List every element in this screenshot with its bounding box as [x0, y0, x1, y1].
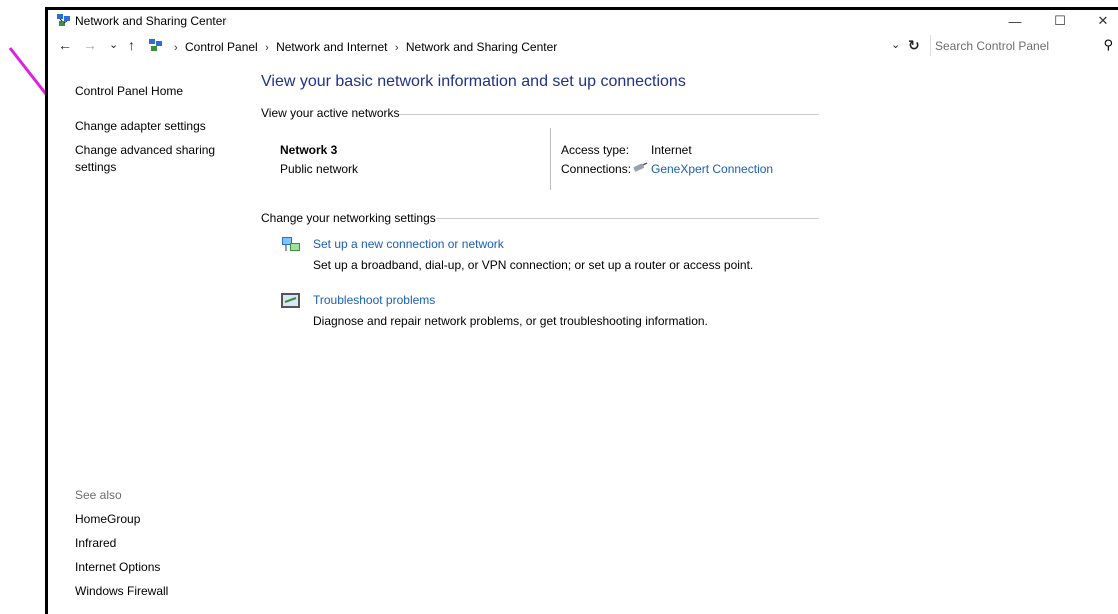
close-button[interactable]: ✕	[1083, 10, 1118, 32]
breadcrumb-network-and-internet[interactable]: Network and Internet	[276, 40, 387, 54]
access-type-value: Internet	[651, 143, 692, 157]
breadcrumb-control-panel[interactable]: Control Panel	[185, 40, 258, 54]
change-advanced-sharing-settings-link[interactable]: Change advanced sharing settings	[75, 142, 225, 176]
chevron-right-icon: ›	[174, 42, 178, 54]
refresh-button[interactable]: ↻	[908, 37, 920, 54]
active-networks-label: View your active networks	[261, 106, 400, 120]
network-name: Network 3	[280, 143, 338, 157]
recent-locations-button[interactable]: ⌄	[109, 38, 118, 51]
access-type-label: Access type:	[561, 143, 630, 157]
troubleshoot-problems-desc: Diagnose and repair network problems, or…	[313, 314, 708, 328]
see-also-heading: See also	[75, 488, 122, 502]
setup-new-connection-desc: Set up a broadband, dial-up, or VPN conn…	[313, 258, 754, 272]
change-settings-label: Change your networking settings	[261, 211, 436, 225]
troubleshoot-problems-link[interactable]: Troubleshoot problems	[313, 293, 435, 307]
infrared-link[interactable]: Infrared	[75, 535, 116, 552]
title-bar: Network and Sharing Center — ☐ ✕	[48, 10, 1118, 32]
connections-label: Connections:	[561, 162, 632, 176]
control-panel-home-link[interactable]: Control Panel Home	[75, 83, 183, 100]
divider	[436, 218, 819, 219]
address-bar: ← → ⌄ ↑ › Control Panel › Network and In…	[48, 34, 1118, 58]
troubleshoot-icon	[281, 293, 300, 308]
breadcrumb: › Control Panel › Network and Internet ›…	[170, 40, 557, 54]
homegroup-link[interactable]: HomeGroup	[75, 511, 140, 528]
up-button[interactable]: ↑	[128, 37, 135, 53]
window-title: Network and Sharing Center	[75, 14, 227, 28]
back-button[interactable]: ←	[58, 37, 72, 53]
connection-name-link[interactable]: GeneXpert Connection	[651, 162, 773, 176]
address-dropdown-button[interactable]: ⌄	[891, 38, 900, 51]
chevron-right-icon[interactable]: ›	[395, 42, 399, 54]
network-type: Public network	[280, 162, 359, 176]
internet-options-link[interactable]: Internet Options	[75, 559, 160, 576]
network-center-icon	[149, 39, 162, 51]
network-center-icon	[57, 14, 70, 26]
search-icon[interactable]: ⚲	[1103, 37, 1113, 53]
search-placeholder: Search Control Panel	[935, 39, 1050, 53]
ethernet-icon	[633, 162, 648, 172]
divider	[550, 128, 551, 190]
setup-new-connection-link[interactable]: Set up a new connection or network	[313, 237, 504, 251]
windows-firewall-link[interactable]: Windows Firewall	[75, 583, 168, 600]
forward-button[interactable]: →	[83, 37, 97, 53]
maximize-button[interactable]: ☐	[1040, 10, 1080, 32]
chevron-right-icon[interactable]: ›	[265, 42, 269, 54]
minimize-button[interactable]: —	[995, 10, 1035, 32]
network-sharing-center-window: Network and Sharing Center — ☐ ✕ ← → ⌄ ↑…	[45, 7, 1118, 614]
search-input[interactable]: Search Control Panel ⚲	[930, 35, 1118, 56]
change-adapter-settings-link[interactable]: Change adapter settings	[75, 118, 206, 135]
page-title: View your basic network information and …	[261, 73, 686, 90]
divider	[399, 114, 819, 115]
new-connection-icon	[282, 237, 300, 251]
breadcrumb-network-and-sharing-center[interactable]: Network and Sharing Center	[406, 40, 557, 54]
